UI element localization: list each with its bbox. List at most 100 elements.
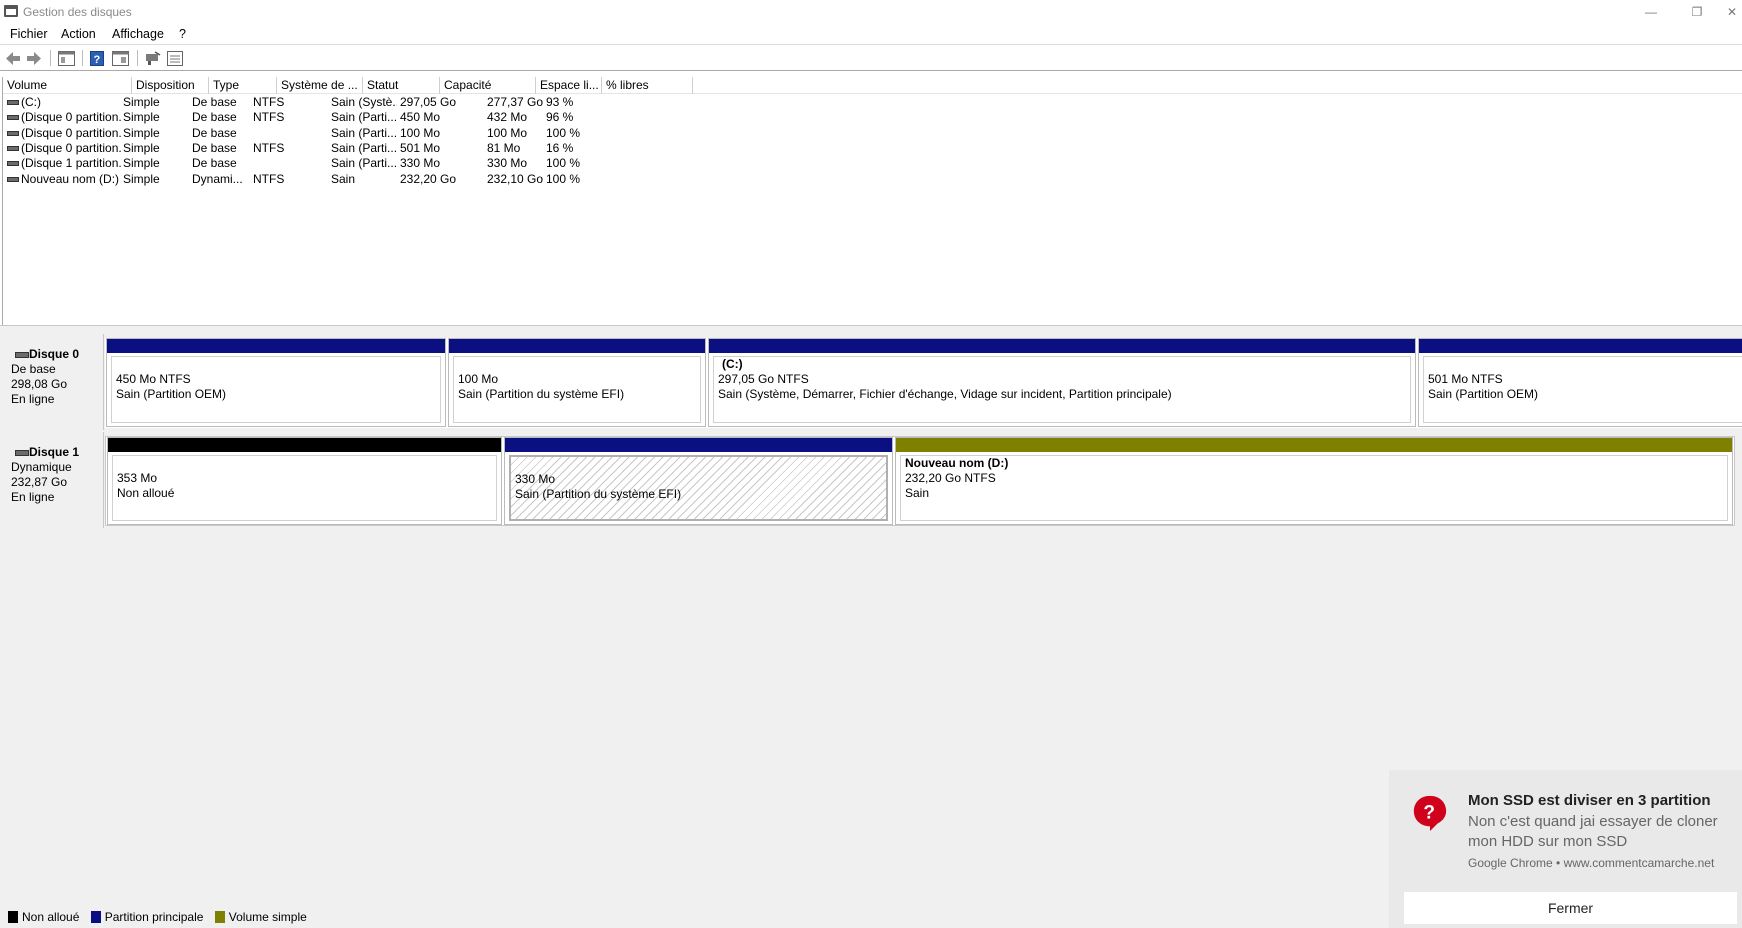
- back-arrow-icon[interactable]: [5, 51, 21, 66]
- disk-1-label[interactable]: Disque 1 Dynamique 232,87 Go En ligne: [2, 432, 104, 528]
- column-header-capacity[interactable]: Capacité: [440, 77, 536, 94]
- cell-status: Sain: [331, 171, 356, 186]
- partition-size: 353 Mo: [117, 471, 158, 485]
- column-header-status[interactable]: Statut: [363, 77, 440, 94]
- column-header-percent-free[interactable]: % libres: [602, 77, 693, 94]
- volume-icon: [7, 130, 19, 136]
- disk-1-type: Dynamique: [11, 460, 72, 474]
- partition-details: 353 Mo Non alloué: [112, 455, 497, 521]
- close-button[interactable]: ✕: [1722, 2, 1742, 22]
- notification-close-button[interactable]: Fermer: [1404, 892, 1737, 924]
- cell-capacity: 232,20 Go: [400, 171, 457, 186]
- svg-text:?: ?: [1423, 803, 1435, 824]
- partition-status: Sain (Système, Démarrer, Fichier d'échan…: [718, 387, 1172, 401]
- volume-table-header: Volume Disposition Type Système de ... S…: [3, 77, 1742, 94]
- question-bubble-icon: ?: [1413, 795, 1447, 832]
- partition-size: 450 Mo NTFS: [116, 372, 191, 386]
- column-header-free-space[interactable]: Espace li...: [536, 77, 602, 94]
- volume-icon: [7, 115, 19, 121]
- disk-management-app-icon: [4, 5, 18, 17]
- partition-details: 100 Mo Sain (Partition du système EFI): [453, 356, 701, 423]
- volume-icon: [7, 145, 19, 151]
- properties-icon[interactable]: [112, 51, 129, 66]
- menu-action[interactable]: Action: [61, 27, 96, 41]
- disk-0-partition-oem-2[interactable]: 501 Mo NTFS Sain (Partition OEM): [1418, 338, 1742, 427]
- legend-swatch-primary: [90, 911, 101, 923]
- console-tree-icon[interactable]: [58, 51, 75, 66]
- disk-1-state: En ligne: [11, 490, 55, 504]
- title-bar: Gestion des disques — ❐ ✕: [0, 0, 1742, 24]
- help-icon[interactable]: ?: [90, 51, 104, 66]
- disk-1-partition-efi[interactable]: 330 Mo Sain (Partition du système EFI): [504, 437, 893, 525]
- column-header-disposition[interactable]: Disposition: [132, 77, 209, 94]
- cell-volume: Nouveau nom (D:): [21, 171, 120, 186]
- legend-label-unallocated: Non alloué: [22, 910, 80, 924]
- toolbar-separator: [137, 50, 138, 66]
- partition-status: Sain: [905, 486, 930, 500]
- cell-file-system: NTFS: [253, 171, 285, 186]
- partition-color-bar: [896, 438, 1732, 452]
- toolbar: ?: [0, 44, 1742, 71]
- disk-1-size: 232,87 Go: [11, 475, 68, 489]
- column-header-type[interactable]: Type: [209, 77, 277, 94]
- disk-0-partition-efi[interactable]: 100 Mo Sain (Partition du système EFI): [448, 338, 706, 427]
- forward-arrow-icon[interactable]: [26, 51, 42, 66]
- partition-color-bar: [449, 339, 705, 353]
- menu-affichage[interactable]: Affichage: [112, 27, 164, 41]
- disk-1-name: Disque 1: [11, 445, 103, 460]
- partition-details: 330 Mo Sain (Partition du système EFI): [509, 455, 888, 521]
- partition-color-bar: [1419, 339, 1742, 353]
- partition-size: 297,05 Go NTFS: [718, 372, 809, 386]
- notification-source: Google Chrome • www.commentcamarche.net: [1468, 856, 1715, 870]
- connect-icon[interactable]: [145, 51, 161, 66]
- list-view-icon[interactable]: [167, 51, 183, 66]
- legend-swatch-unallocated: [8, 911, 18, 923]
- disk-1-unallocated[interactable]: 353 Mo Non alloué: [107, 437, 502, 525]
- volume-icon: [7, 176, 19, 182]
- partition-title: Nouveau nom (D:): [905, 456, 1009, 470]
- partition-details: 501 Mo NTFS Sain (Partition OEM): [1423, 356, 1742, 423]
- partition-title: (C:): [722, 357, 743, 371]
- legend-label-primary: Partition principale: [104, 910, 204, 924]
- volume-list: Volume Disposition Type Système de ... S…: [2, 77, 1742, 325]
- window-title: Gestion des disques: [23, 5, 132, 19]
- partition-size: 501 Mo NTFS: [1428, 372, 1503, 386]
- disk-0-label[interactable]: Disque 0 De base 298,08 Go En ligne: [2, 334, 104, 430]
- partition-details: Nouveau nom (D:) 232,20 Go NTFS Sain: [900, 455, 1728, 521]
- menu-help[interactable]: ?: [179, 27, 186, 41]
- partition-status: Non alloué: [117, 486, 175, 500]
- partition-status: Sain (Partition OEM): [1428, 387, 1539, 401]
- disk-0-size: 298,08 Go: [11, 377, 68, 391]
- notification-body: Non c'est quand jai essayer de cloner mo…: [1468, 813, 1718, 850]
- partition-details: 450 Mo NTFS Sain (Partition OEM): [111, 356, 441, 423]
- partition-color-bar: [709, 339, 1415, 353]
- disk-0-partitions: 450 Mo NTFS Sain (Partition OEM) 100 Mo …: [105, 338, 1742, 428]
- disk-0-partition-oem-1[interactable]: 450 Mo NTFS Sain (Partition OEM): [106, 338, 446, 427]
- legend-label-simple: Volume simple: [228, 910, 307, 924]
- partition-size: 100 Mo: [458, 372, 499, 386]
- cell-percent-free: 100 %: [546, 171, 581, 186]
- disk-1-partitions: 353 Mo Non alloué 330 Mo Sain (Partition…: [105, 436, 1735, 526]
- partition-status: Sain (Partition OEM): [116, 387, 227, 401]
- table-row[interactable]: Nouveau nom (D:) Simple Dynami... NTFS Sain 2…: [3, 171, 703, 188]
- disk-0-state: En ligne: [11, 392, 55, 406]
- partition-status: Sain (Partition du système EFI): [515, 487, 682, 501]
- restore-button[interactable]: ❐: [1682, 2, 1712, 22]
- cell-disposition: Simple: [123, 171, 160, 186]
- disk-1-volume-d[interactable]: Nouveau nom (D:) 232,20 Go NTFS Sain: [895, 437, 1733, 525]
- volume-icon: [7, 161, 19, 167]
- legend-swatch-simple: [214, 911, 225, 923]
- partition-size: 232,20 Go NTFS: [905, 471, 996, 485]
- column-header-volume[interactable]: Volume: [3, 77, 132, 94]
- partition-color-bar: [108, 438, 501, 452]
- partition-color-bar: [107, 339, 445, 353]
- partition-color-bar: [505, 438, 892, 452]
- disk-0-name: Disque 0: [11, 347, 103, 362]
- minimize-button[interactable]: —: [1636, 2, 1666, 22]
- legend: Non alloué Partition principale Volume s…: [0, 907, 1390, 928]
- notification-toast[interactable]: ? Mon SSD est diviser en 3 partition Non…: [1389, 770, 1742, 928]
- toolbar-separator: [82, 50, 83, 66]
- disk-0-partition-c[interactable]: (C:) 297,05 Go NTFS Sain (Système, Démar…: [708, 338, 1416, 427]
- menu-fichier[interactable]: Fichier: [10, 27, 48, 41]
- column-header-file-system[interactable]: Système de ...: [277, 77, 363, 94]
